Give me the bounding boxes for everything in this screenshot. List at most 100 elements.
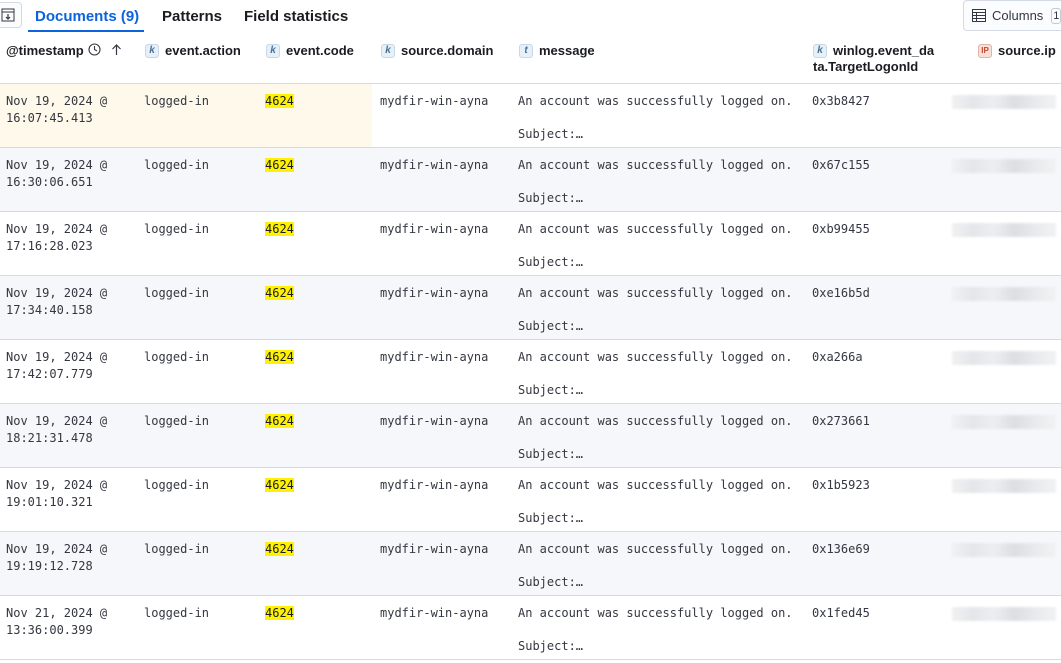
message-cell: An account was successfully logged on. Su…: [518, 542, 793, 589]
message-cell: An account was successfully logged on. Su…: [518, 478, 793, 525]
timestamp-cell: Nov 19, 2024 @17:34:40.158: [6, 286, 108, 317]
keyword-type-icon: k: [813, 44, 827, 58]
event-action-cell: logged-in: [144, 478, 210, 492]
event-code-cell: 4624: [265, 606, 294, 620]
event-action-cell: logged-in: [144, 414, 210, 428]
column-header-label: message: [539, 43, 595, 58]
column-header-label-continued: ta.TargetLogonId: [813, 59, 919, 74]
table-row[interactable]: Nov 19, 2024 @17:42:07.779 logged-in 462…: [0, 340, 1061, 404]
columns-button[interactable]: Columns 1: [963, 0, 1061, 31]
table-row[interactable]: Nov 19, 2024 @19:01:10.321 logged-in 462…: [0, 468, 1061, 532]
tab-documents[interactable]: Documents (9): [35, 8, 139, 25]
table-row[interactable]: Nov 19, 2024 @16:07:45.413 logged-in 462…: [0, 84, 1061, 148]
redacted-source-ip: [952, 351, 1056, 365]
event-action-cell: logged-in: [144, 542, 210, 556]
column-header-label: source.domain: [401, 43, 494, 58]
source-domain-cell: mydfir-win-ayna: [380, 606, 489, 620]
column-header-source-ip[interactable]: IP source.ip: [978, 43, 1056, 59]
column-header-message[interactable]: t message: [519, 43, 595, 59]
message-cell: An account was successfully logged on. Su…: [518, 606, 793, 653]
keyword-type-icon: k: [145, 44, 159, 58]
redacted-source-ip: [952, 415, 1056, 429]
target-logon-id-cell: 0x3b8427: [812, 94, 870, 108]
redacted-source-ip: [952, 95, 1056, 109]
timestamp-cell: Nov 21, 2024 @13:36:00.399: [6, 606, 108, 637]
message-cell: An account was successfully logged on. Su…: [518, 286, 793, 333]
table-icon: [972, 9, 986, 22]
event-code-cell: 4624: [265, 542, 294, 556]
column-header-label: event.code: [286, 43, 354, 58]
clock-icon: [88, 43, 101, 56]
discover-tab-bar: Documents (9) Patterns Field statistics …: [0, 0, 1061, 33]
redacted-source-ip: [952, 287, 1056, 301]
document-table-body: Nov 19, 2024 @16:07:45.413 logged-in 462…: [0, 84, 1061, 660]
timestamp-cell: Nov 19, 2024 @16:07:45.413: [6, 94, 108, 125]
event-code-cell: 4624: [265, 222, 294, 236]
table-row[interactable]: Nov 19, 2024 @17:34:40.158 logged-in 462…: [0, 276, 1061, 340]
tab-field-statistics[interactable]: Field statistics: [244, 8, 348, 25]
event-code-cell: 4624: [265, 158, 294, 172]
event-action-cell: logged-in: [144, 158, 210, 172]
column-header-label: event.action: [165, 43, 241, 58]
message-cell: An account was successfully logged on. Su…: [518, 94, 793, 141]
event-action-cell: logged-in: [144, 286, 210, 300]
target-logon-id-cell: 0x273661: [812, 414, 870, 428]
column-header-event-code[interactable]: k event.code: [266, 43, 354, 59]
sort-ascending-icon[interactable]: [111, 43, 122, 56]
event-action-cell: logged-in: [144, 94, 210, 108]
target-logon-id-cell: 0xe16b5d: [812, 286, 870, 300]
source-domain-cell: mydfir-win-ayna: [380, 222, 489, 236]
column-header-timestamp[interactable]: @timestamp: [6, 43, 122, 59]
text-type-icon: t: [519, 44, 533, 58]
timestamp-cell: Nov 19, 2024 @16:30:06.651: [6, 158, 108, 189]
column-header-event-action[interactable]: k event.action: [145, 43, 241, 59]
source-domain-cell: mydfir-win-ayna: [380, 478, 489, 492]
event-code-cell: 4624: [265, 94, 294, 108]
timestamp-cell: Nov 19, 2024 @18:21:31.478: [6, 414, 108, 445]
message-cell: An account was successfully logged on. Su…: [518, 414, 793, 461]
table-row[interactable]: Nov 21, 2024 @13:36:00.399 logged-in 462…: [0, 596, 1061, 660]
message-cell: An account was successfully logged on. Su…: [518, 222, 793, 269]
table-row[interactable]: Nov 19, 2024 @16:30:06.651 logged-in 462…: [0, 148, 1061, 212]
tab-patterns[interactable]: Patterns: [162, 8, 222, 25]
table-row[interactable]: Nov 19, 2024 @17:16:28.023 logged-in 462…: [0, 212, 1061, 276]
keyword-type-icon: k: [266, 44, 280, 58]
target-logon-id-cell: 0xb99455: [812, 222, 870, 236]
column-header-label: source.ip: [998, 43, 1056, 58]
source-domain-cell: mydfir-win-ayna: [380, 414, 489, 428]
target-logon-id-cell: 0x1fed45: [812, 606, 870, 620]
column-header-source-domain[interactable]: k source.domain: [381, 43, 493, 59]
message-cell: An account was successfully logged on. Su…: [518, 350, 793, 397]
timestamp-cell: Nov 19, 2024 @19:19:12.728: [6, 542, 108, 573]
source-domain-cell: mydfir-win-ayna: [380, 158, 489, 172]
table-row[interactable]: Nov 19, 2024 @18:21:31.478 logged-in 462…: [0, 404, 1061, 468]
event-code-cell: 4624: [265, 414, 294, 428]
target-logon-id-cell: 0x67c155: [812, 158, 870, 172]
event-code-cell: 4624: [265, 478, 294, 492]
column-header-target-logon-id[interactable]: k winlog.event_da ta.TargetLogonId: [813, 43, 934, 75]
event-action-cell: logged-in: [144, 350, 210, 364]
columns-label: Columns: [992, 8, 1044, 23]
event-action-cell: logged-in: [144, 222, 210, 236]
table-row[interactable]: Nov 19, 2024 @19:19:12.728 logged-in 462…: [0, 532, 1061, 596]
table-header: @timestamp k event.action k event.code k…: [0, 33, 1061, 84]
active-tab-indicator: [28, 30, 144, 32]
source-domain-cell: mydfir-win-ayna: [380, 94, 489, 108]
redacted-source-ip: [952, 479, 1056, 493]
timestamp-cell: Nov 19, 2024 @17:16:28.023: [6, 222, 108, 253]
event-code-cell: 4624: [265, 286, 294, 300]
event-code-cell: 4624: [265, 350, 294, 364]
target-logon-id-cell: 0x1b5923: [812, 478, 870, 492]
timestamp-cell: Nov 19, 2024 @19:01:10.321: [6, 478, 108, 509]
source-domain-cell: mydfir-win-ayna: [380, 286, 489, 300]
export-button[interactable]: [0, 2, 22, 28]
redacted-source-ip: [952, 223, 1056, 237]
redacted-source-ip: [952, 159, 1056, 173]
ip-type-icon: IP: [978, 44, 992, 58]
columns-count-badge: 1: [1051, 7, 1061, 24]
redacted-source-ip: [952, 543, 1056, 557]
target-logon-id-cell: 0x136e69: [812, 542, 870, 556]
download-icon: [1, 8, 15, 22]
column-header-label: @timestamp: [6, 43, 84, 58]
event-action-cell: logged-in: [144, 606, 210, 620]
